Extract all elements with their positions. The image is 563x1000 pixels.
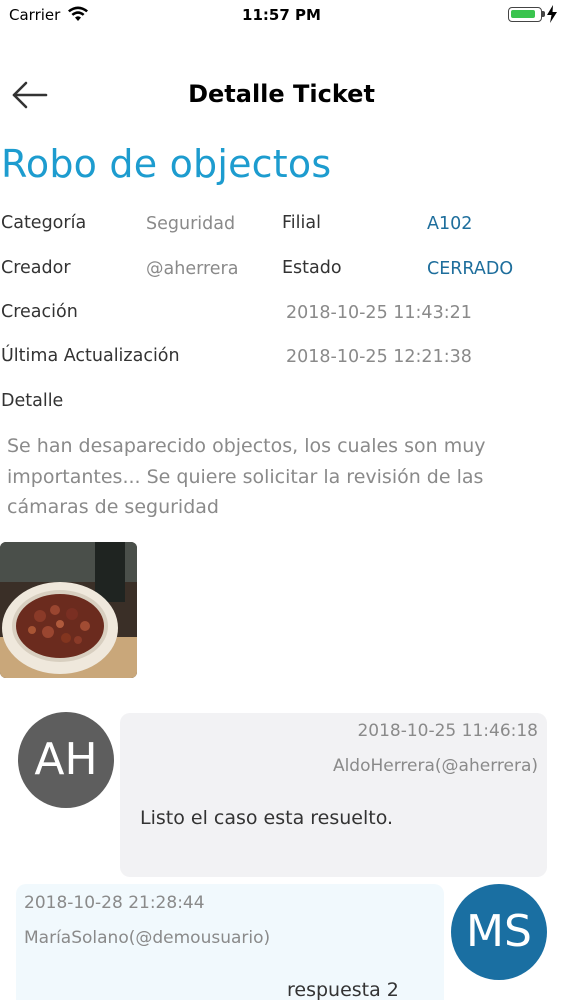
comment-bubble: 2018-10-25 11:46:18 AldoHerrera(@aherrer… (120, 713, 547, 877)
page-title: Detalle Ticket (188, 80, 375, 108)
creador-value: @aherrera (146, 259, 239, 279)
food-bowl-image (0, 542, 137, 678)
comment-bubble: 2018-10-28 21:28:44 MaríaSolano(@demousu… (16, 884, 444, 1000)
filial-label: Filial (282, 213, 321, 233)
comment-date: 2018-10-25 11:46:18 (357, 721, 538, 741)
actualizacion-label: Última Actualización (1, 346, 180, 366)
battery-icon (508, 7, 542, 22)
comment-user: MaríaSolano(@demousuario) (24, 928, 271, 948)
ticket-title: Robo de objectos (1, 142, 332, 186)
categoria-label: Categoría (1, 213, 87, 233)
attachment-photo[interactable] (0, 542, 137, 678)
actualizacion-value: 2018-10-25 12:21:38 (286, 347, 472, 367)
comment-date: 2018-10-28 21:28:44 (24, 893, 205, 913)
filial-value: A102 (427, 214, 473, 234)
avatar: MS (451, 884, 547, 980)
battery-tip (542, 11, 545, 17)
creador-label: Creador (1, 258, 71, 278)
clock: 11:57 PM (242, 6, 321, 24)
battery-level (511, 10, 536, 18)
bolt-icon (547, 5, 557, 23)
avatar: AH (18, 712, 114, 808)
comment-user: AldoHerrera(@aherrera) (332, 756, 538, 776)
comment-text: respuesta 2 (287, 979, 399, 1000)
categoria-value: Seguridad (146, 214, 236, 234)
comment-text: Listo el caso esta resuelto. (140, 807, 394, 829)
detalle-label: Detalle (1, 391, 64, 411)
status-bar: Carrier 11:57 PM (0, 0, 563, 30)
estado-value: CERRADO (427, 259, 514, 279)
creacion-label: Creación (1, 302, 78, 322)
creacion-value: 2018-10-25 11:43:21 (286, 303, 472, 323)
detalle-text: Se han desaparecido objectos, los cuales… (7, 435, 486, 518)
estado-label: Estado (282, 258, 342, 278)
